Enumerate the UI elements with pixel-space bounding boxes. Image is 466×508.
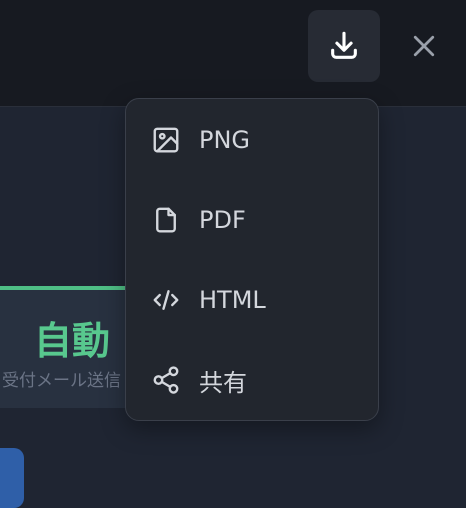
share-icon: [150, 364, 182, 396]
menu-item-label: PNG: [199, 126, 251, 154]
image-icon: [150, 124, 182, 156]
menu-item-html[interactable]: HTML: [126, 270, 378, 330]
menu-item-label: 共有: [199, 368, 247, 397]
menu-item-label: HTML: [199, 286, 266, 314]
close-icon: [413, 35, 435, 57]
blue-tile: [0, 448, 24, 508]
top-toolbar: [0, 0, 466, 107]
stat-card-value: 自動: [34, 319, 111, 363]
stat-card-subtitle: 受付メール送信: [2, 371, 121, 391]
file-icon: [150, 204, 182, 236]
menu-item-share[interactable]: 共有: [126, 350, 378, 410]
stat-card: 自動 受付メール送信: [0, 286, 140, 408]
menu-item-png[interactable]: PNG: [126, 110, 378, 170]
export-menu: PNG PDF HTML 共有: [125, 98, 379, 421]
download-icon: [331, 31, 357, 59]
code-icon: [150, 284, 182, 316]
download-button[interactable]: [308, 10, 380, 82]
menu-item-label: PDF: [199, 206, 246, 234]
close-button[interactable]: [398, 20, 450, 72]
menu-item-pdf[interactable]: PDF: [126, 190, 378, 250]
